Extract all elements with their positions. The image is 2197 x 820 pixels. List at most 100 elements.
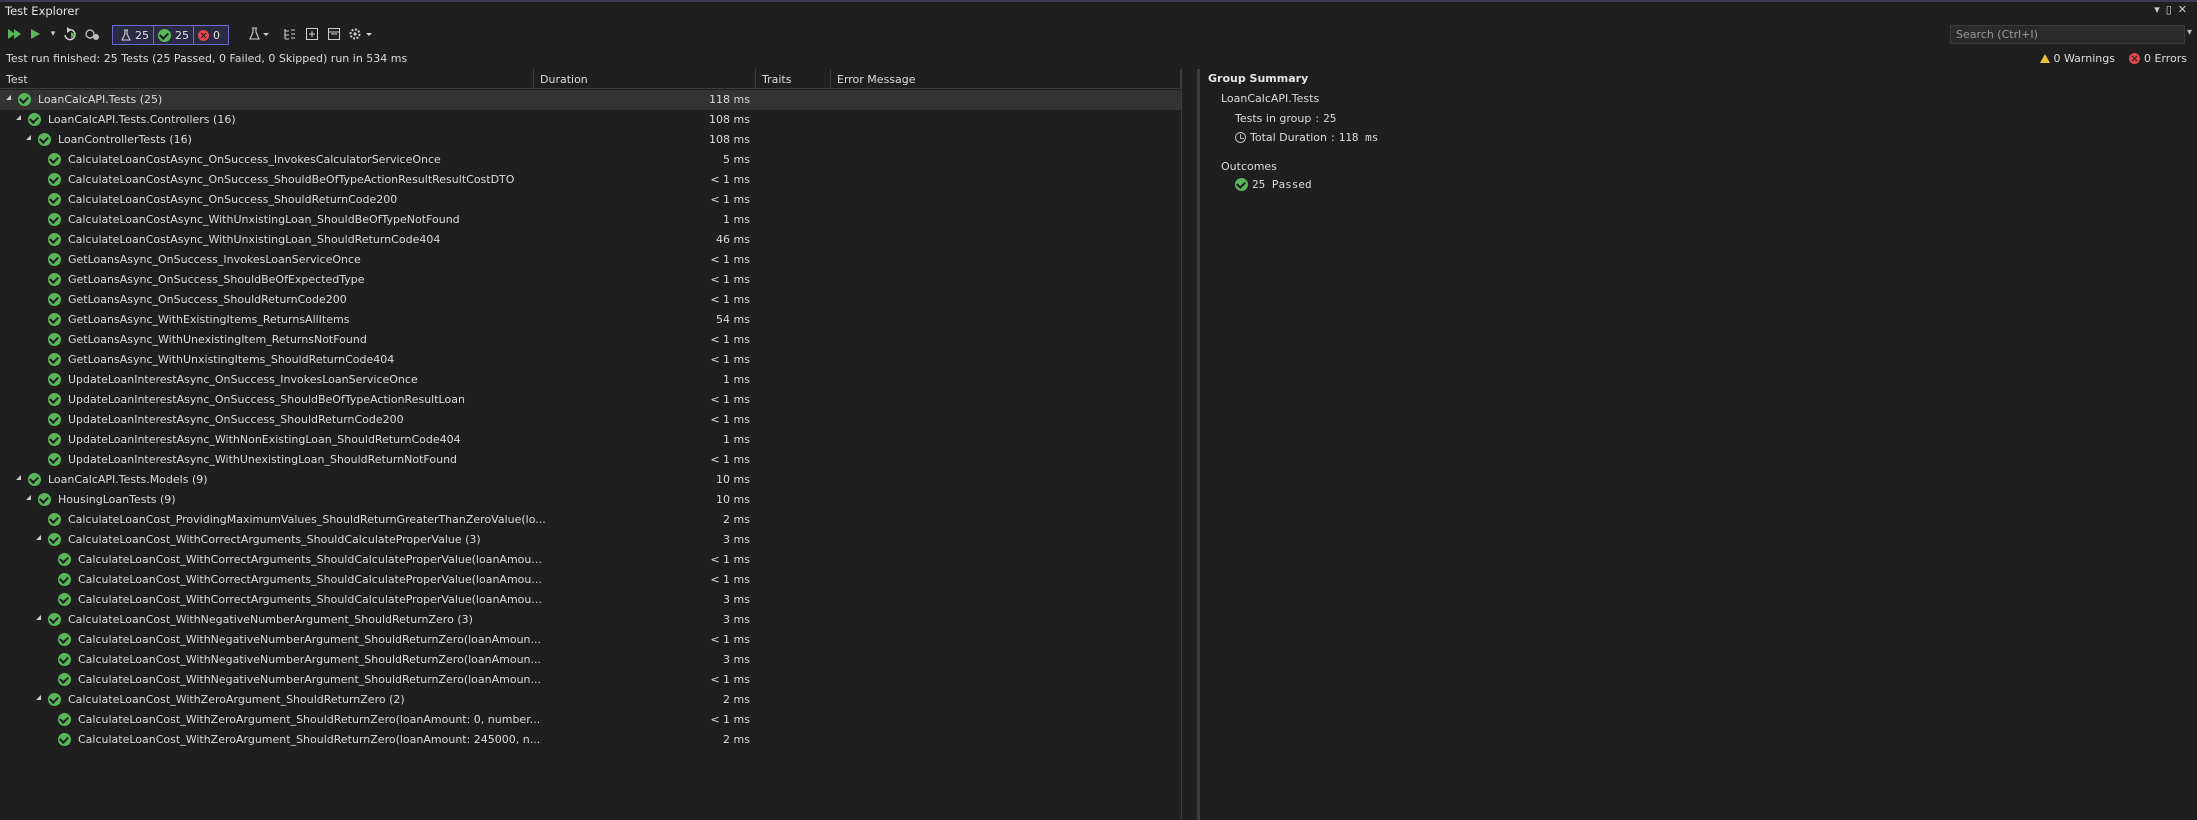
test-row[interactable]: CalculateLoanCostAsync_WithUnxistingLoan… xyxy=(0,230,1181,250)
test-row[interactable]: CalculateLoanCost_WithNegativeNumberArgu… xyxy=(0,630,1181,650)
group-by-button[interactable] xyxy=(282,25,298,43)
test-row[interactable]: CalculateLoanCostAsync_WithUnxistingLoan… xyxy=(0,210,1181,230)
test-row[interactable]: CalculateLoanCostAsync_OnSuccess_ShouldR… xyxy=(0,190,1181,210)
test-row[interactable]: CalculateLoanCost_WithNegativeNumberArgu… xyxy=(0,610,1181,630)
passed-icon xyxy=(48,273,61,286)
passed-icon xyxy=(38,493,51,506)
test-row[interactable]: CalculateLoanCost_WithCorrectArguments_S… xyxy=(0,550,1181,570)
test-duration: < 1 ms xyxy=(710,253,750,266)
column-header-test[interactable]: Test xyxy=(0,69,534,89)
test-row[interactable]: GetLoansAsync_OnSuccess_InvokesLoanServi… xyxy=(0,250,1181,270)
search-options-icon[interactable]: ▾ xyxy=(2187,27,2192,38)
test-duration: 46 ms xyxy=(716,233,750,246)
run-button[interactable] xyxy=(28,25,42,43)
test-row[interactable]: LoanCalcAPI.Tests.Controllers (16) 108 ms xyxy=(0,110,1181,130)
passed-tests-filter[interactable]: 25 xyxy=(154,28,193,42)
cancel-run-button[interactable] xyxy=(84,25,100,43)
column-header-traits[interactable]: Traits xyxy=(756,69,831,89)
passed-icon xyxy=(48,333,61,346)
test-duration: 54 ms xyxy=(716,313,750,326)
total-duration-value: 118 ms xyxy=(1338,131,1379,144)
dropdown-icon[interactable]: ▾ xyxy=(2154,3,2166,16)
test-name: CalculateLoanCost_WithZeroArgument_Shoul… xyxy=(78,713,541,726)
collapse-all-button[interactable] xyxy=(326,25,342,43)
test-row[interactable]: HousingLoanTests (9) 10 ms xyxy=(0,490,1181,510)
test-name: CalculateLoanCost_WithCorrectArguments_S… xyxy=(68,533,481,546)
test-row[interactable]: CalculateLoanCost_WithZeroArgument_Shoul… xyxy=(0,710,1181,730)
diagnostics-summary: 0 Warnings 0 Errors xyxy=(2039,52,2187,65)
test-row[interactable]: CalculateLoanCost_WithNegativeNumberArgu… xyxy=(0,650,1181,670)
test-row[interactable]: LoanCalcAPI.Tests.Models (9) 10 ms xyxy=(0,470,1181,490)
errors-indicator[interactable]: 0 Errors xyxy=(2128,52,2187,65)
test-name: CalculateLoanCost_WithZeroArgument_Shoul… xyxy=(78,733,541,746)
test-row[interactable]: CalculateLoanCost_WithCorrectArguments_S… xyxy=(0,530,1181,550)
expander-icon[interactable] xyxy=(26,135,31,140)
test-row[interactable]: GetLoansAsync_OnSuccess_ShouldBeOfExpect… xyxy=(0,270,1181,290)
test-row[interactable]: CalculateLoanCost_WithCorrectArguments_S… xyxy=(0,570,1181,590)
passed-icon xyxy=(58,633,71,646)
warnings-indicator[interactable]: 0 Warnings xyxy=(2039,52,2115,65)
test-row[interactable]: GetLoansAsync_WithExistingItems_ReturnsA… xyxy=(0,310,1181,330)
test-row[interactable]: LoanControllerTests (16) 108 ms xyxy=(0,130,1181,150)
passed-icon xyxy=(48,153,61,166)
expander-icon[interactable] xyxy=(26,495,31,500)
test-duration: 10 ms xyxy=(716,473,750,486)
maximize-icon[interactable]: ▯ xyxy=(2166,3,2178,16)
run-dropdown-button[interactable]: ▾ xyxy=(48,25,58,43)
test-name: CalculateLoanCostAsync_OnSuccess_Invokes… xyxy=(68,153,441,166)
test-duration: < 1 ms xyxy=(710,573,750,586)
search-input[interactable]: Search (Ctrl+I) xyxy=(1950,25,2185,44)
column-header-error-message[interactable]: Error Message xyxy=(831,69,1181,89)
test-row[interactable]: UpdateLoanInterestAsync_WithUnexistingLo… xyxy=(0,450,1181,470)
expand-all-button[interactable] xyxy=(304,25,320,43)
run-status-text: Test run finished: 25 Tests (25 Passed, … xyxy=(6,52,408,65)
test-row[interactable]: CalculateLoanCost_ProvidingMaximumValues… xyxy=(0,510,1181,530)
passed-icon xyxy=(48,373,61,386)
repeat-run-button[interactable] xyxy=(62,25,78,43)
test-row[interactable]: GetLoansAsync_WithUnexistingItem_Returns… xyxy=(0,330,1181,350)
test-name: CalculateLoanCostAsync_OnSuccess_ShouldR… xyxy=(68,193,398,206)
test-duration: < 1 ms xyxy=(710,173,750,186)
run-all-button[interactable] xyxy=(6,25,22,43)
playlist-button[interactable] xyxy=(248,25,270,43)
test-row[interactable]: CalculateLoanCostAsync_OnSuccess_ShouldB… xyxy=(0,170,1181,190)
passed-icon xyxy=(48,613,61,626)
test-name: CalculateLoanCost_WithNegativeNumberArgu… xyxy=(78,633,542,646)
expander-icon[interactable] xyxy=(36,535,41,540)
test-row[interactable]: CalculateLoanCost_WithZeroArgument_Shoul… xyxy=(0,730,1181,750)
test-duration: < 1 ms xyxy=(710,633,750,646)
collapse-icon xyxy=(328,28,340,40)
test-row[interactable]: UpdateLoanInterestAsync_OnSuccess_Invoke… xyxy=(0,370,1181,390)
total-tests-filter[interactable]: 25 xyxy=(117,29,153,42)
test-row[interactable]: CalculateLoanCost_WithZeroArgument_Shoul… xyxy=(0,690,1181,710)
passed-icon xyxy=(58,673,71,686)
expander-icon[interactable] xyxy=(16,115,21,120)
test-counters: 25 25 0 xyxy=(112,25,229,45)
title-bar: Test Explorer ▾▯✕ xyxy=(0,2,2197,20)
column-header-duration[interactable]: Duration xyxy=(534,69,756,89)
total-duration: Total Duration: 118 ms xyxy=(1235,131,1378,144)
test-row[interactable]: UpdateLoanInterestAsync_WithNonExistingL… xyxy=(0,430,1181,450)
test-row[interactable]: GetLoansAsync_OnSuccess_ShouldReturnCode… xyxy=(0,290,1181,310)
passed-icon xyxy=(48,353,61,366)
test-row[interactable]: CalculateLoanCost_WithCorrectArguments_S… xyxy=(0,590,1181,610)
expander-icon[interactable] xyxy=(6,95,11,100)
test-duration: 118 ms xyxy=(709,93,750,106)
expander-icon[interactable] xyxy=(16,475,21,480)
expander-icon[interactable] xyxy=(36,615,41,620)
test-duration: < 1 ms xyxy=(710,713,750,726)
outcome-passed[interactable]: 25 Passed xyxy=(1235,178,1312,191)
settings-button[interactable] xyxy=(348,25,374,43)
test-row[interactable]: CalculateLoanCost_WithNegativeNumberArgu… xyxy=(0,670,1181,690)
failed-tests-filter[interactable]: 0 xyxy=(194,29,224,42)
test-row[interactable]: GetLoansAsync_WithUnxistingItems_ShouldR… xyxy=(0,350,1181,370)
test-row[interactable]: UpdateLoanInterestAsync_OnSuccess_Should… xyxy=(0,410,1181,430)
passed-icon xyxy=(58,733,71,746)
test-row[interactable]: CalculateLoanCostAsync_OnSuccess_Invokes… xyxy=(0,150,1181,170)
expander-icon[interactable] xyxy=(36,695,41,700)
passed-icon xyxy=(48,253,61,266)
passed-icon xyxy=(48,293,61,306)
test-row[interactable]: UpdateLoanInterestAsync_OnSuccess_Should… xyxy=(0,390,1181,410)
close-icon[interactable]: ✕ xyxy=(2178,3,2193,16)
test-row[interactable]: LoanCalcAPI.Tests (25) 118 ms xyxy=(0,90,1181,110)
